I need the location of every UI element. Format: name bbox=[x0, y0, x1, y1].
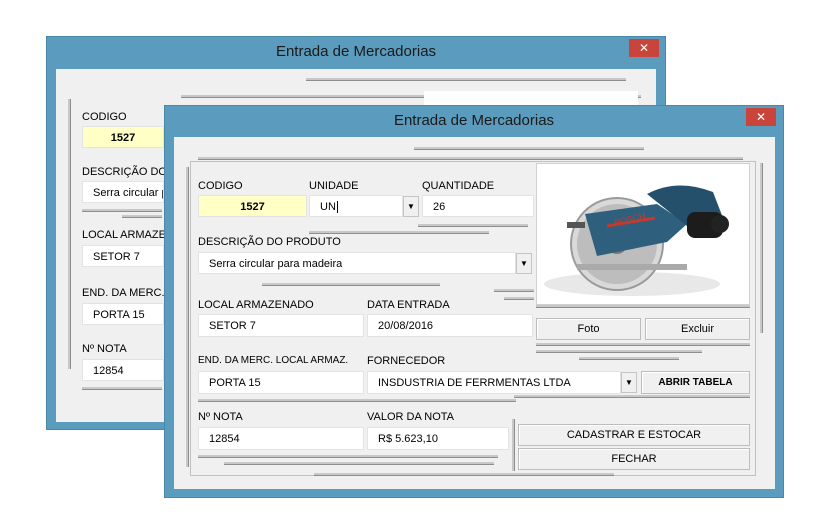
divider bbox=[504, 297, 534, 300]
front-window-client: CODIGO 1527 UNIDADE UN ▼ QUANTIDADE 26 D… bbox=[174, 137, 775, 489]
valor-nota-field[interactable]: R$ 5.623,10 bbox=[367, 427, 509, 450]
divider bbox=[198, 157, 743, 160]
local-field[interactable]: SETOR 7 bbox=[198, 314, 364, 337]
codigo-field[interactable]: 1527 bbox=[198, 195, 307, 217]
divider bbox=[579, 357, 679, 360]
front-window-close-button[interactable]: ✕ bbox=[746, 108, 776, 126]
abrir-tabela-button[interactable]: ABRIR TABELA bbox=[641, 371, 750, 394]
back-end-label: END. DA MERC. L bbox=[82, 287, 174, 299]
divider bbox=[309, 231, 489, 234]
back-end-field[interactable]: PORTA 15 bbox=[82, 303, 164, 325]
back-codigo-label: CODIGO bbox=[82, 111, 127, 123]
local-label: LOCAL ARMAZENADO bbox=[198, 299, 314, 311]
end-merc-field[interactable]: PORTA 15 bbox=[198, 371, 364, 394]
divider bbox=[306, 78, 626, 81]
divider bbox=[82, 387, 162, 390]
divider bbox=[224, 462, 494, 465]
divider bbox=[760, 163, 763, 333]
divider bbox=[262, 283, 440, 286]
descricao-dropdown-button[interactable]: ▼ bbox=[516, 253, 532, 274]
fornecedor-field[interactable]: INSDUSTRIA DE FERRMENTAS LTDA bbox=[367, 371, 621, 394]
unidade-value: UN bbox=[320, 201, 336, 213]
quantidade-field[interactable]: 26 bbox=[422, 195, 534, 217]
divider bbox=[82, 209, 162, 212]
back-window-title: Entrada de Mercadorias bbox=[275, 43, 437, 60]
divider bbox=[514, 395, 750, 398]
back-nota-label: Nº NOTA bbox=[82, 343, 127, 355]
end-merc-label: END. DA MERC. LOCAL ARMAZ. bbox=[198, 355, 349, 366]
data-entrada-label: DATA ENTRADA bbox=[367, 299, 450, 311]
divider bbox=[414, 147, 644, 150]
circular-saw-image: BOSCH bbox=[544, 185, 729, 296]
fornecedor-label: FORNECEDOR bbox=[367, 355, 446, 367]
back-descricao-field[interactable]: Serra circular p bbox=[82, 181, 164, 203]
divider bbox=[494, 289, 534, 292]
data-entrada-field[interactable]: 20/08/2016 bbox=[367, 314, 533, 337]
valor-nota-label: VALOR DA NOTA bbox=[367, 411, 455, 423]
divider bbox=[512, 419, 515, 471]
divider bbox=[314, 473, 614, 476]
back-codigo-field[interactable]: 1527 bbox=[82, 126, 164, 148]
nota-label: Nº NOTA bbox=[198, 411, 243, 423]
descricao-field[interactable]: Serra circular para madeira bbox=[198, 252, 516, 274]
quantidade-label: QUANTIDADE bbox=[422, 180, 495, 192]
unidade-dropdown-button[interactable]: ▼ bbox=[403, 196, 419, 217]
unidade-field[interactable]: UN bbox=[309, 195, 403, 217]
back-local-field[interactable]: SETOR 7 bbox=[82, 245, 164, 267]
excluir-button[interactable]: Excluir bbox=[645, 318, 750, 340]
cadastrar-estocar-button[interactable]: CADASTRAR E ESTOCAR bbox=[518, 424, 750, 446]
codigo-label: CODIGO bbox=[198, 180, 243, 192]
front-window-titlebar[interactable]: Entrada de Mercadorias ✕ bbox=[165, 106, 783, 136]
divider bbox=[536, 350, 702, 353]
divider bbox=[68, 99, 71, 369]
divider bbox=[122, 215, 162, 218]
back-window-close-button[interactable]: ✕ bbox=[629, 39, 659, 57]
divider bbox=[198, 399, 516, 402]
back-window-titlebar[interactable]: Entrada de Mercadorias ✕ bbox=[47, 37, 665, 67]
divider bbox=[536, 305, 750, 308]
back-nota-field[interactable]: 12854 bbox=[82, 359, 164, 381]
nota-field[interactable]: 12854 bbox=[198, 427, 364, 450]
divider bbox=[198, 455, 498, 458]
divider bbox=[536, 343, 750, 346]
product-photo: BOSCH bbox=[536, 163, 750, 305]
foto-button[interactable]: Foto bbox=[536, 318, 641, 340]
text-caret bbox=[336, 201, 338, 214]
descricao-label: DESCRIÇÃO DO PRODUTO bbox=[198, 236, 341, 248]
unidade-label: UNIDADE bbox=[309, 180, 359, 192]
divider bbox=[418, 224, 528, 227]
fornecedor-dropdown-button[interactable]: ▼ bbox=[621, 372, 637, 393]
front-window-title: Entrada de Mercadorias bbox=[393, 112, 555, 129]
front-window: Entrada de Mercadorias ✕ CODIGO 1527 UNI… bbox=[164, 105, 784, 498]
fechar-button[interactable]: FECHAR bbox=[518, 448, 750, 470]
divider bbox=[186, 167, 189, 467]
back-local-label: LOCAL ARMAZEN bbox=[82, 229, 174, 241]
back-descricao-label: DESCRIÇÃO DO bbox=[82, 166, 167, 178]
